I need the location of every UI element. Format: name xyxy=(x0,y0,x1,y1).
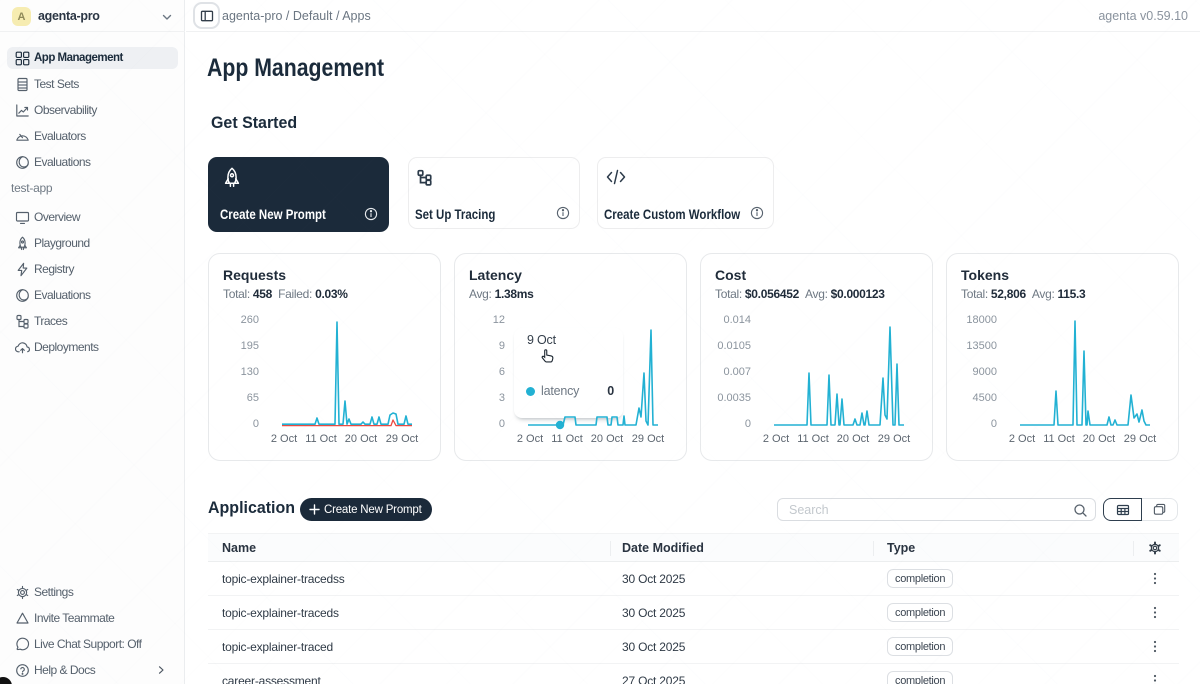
svg-text:0: 0 xyxy=(745,418,751,430)
svg-text:29 Oct: 29 Oct xyxy=(878,433,910,445)
svg-text:20 Oct: 20 Oct xyxy=(345,433,377,445)
svg-text:2 Oct: 2 Oct xyxy=(1009,433,1035,445)
svg-text:11 Oct: 11 Oct xyxy=(797,433,829,445)
svg-text:11 Oct: 11 Oct xyxy=(305,433,337,445)
svg-text:195: 195 xyxy=(241,340,259,352)
svg-text:18000: 18000 xyxy=(966,314,997,326)
svg-text:2 Oct: 2 Oct xyxy=(763,433,789,445)
svg-text:9000: 9000 xyxy=(973,366,997,378)
svg-text:130: 130 xyxy=(241,366,259,378)
svg-text:0.0035: 0.0035 xyxy=(717,392,751,404)
svg-text:2 Oct: 2 Oct xyxy=(271,433,297,445)
svg-text:20 Oct: 20 Oct xyxy=(837,433,869,445)
svg-text:29 Oct: 29 Oct xyxy=(1124,433,1156,445)
svg-text:11 Oct: 11 Oct xyxy=(1043,433,1075,445)
svg-text:0: 0 xyxy=(253,418,259,430)
svg-text:29 Oct: 29 Oct xyxy=(632,433,664,445)
svg-text:6: 6 xyxy=(499,366,505,378)
svg-text:0: 0 xyxy=(499,418,505,430)
svg-text:3: 3 xyxy=(499,392,505,404)
svg-text:0: 0 xyxy=(991,418,997,430)
svg-text:20 Oct: 20 Oct xyxy=(1083,433,1115,445)
svg-text:0.014: 0.014 xyxy=(723,314,751,326)
svg-text:11 Oct: 11 Oct xyxy=(551,433,583,445)
svg-text:12: 12 xyxy=(493,314,505,326)
svg-text:2 Oct: 2 Oct xyxy=(517,433,543,445)
svg-text:0.007: 0.007 xyxy=(723,366,751,378)
svg-text:260: 260 xyxy=(241,314,259,326)
svg-text:4500: 4500 xyxy=(973,392,997,404)
svg-text:65: 65 xyxy=(247,392,259,404)
svg-text:0.0105: 0.0105 xyxy=(717,340,751,352)
svg-text:29 Oct: 29 Oct xyxy=(386,433,418,445)
svg-text:13500: 13500 xyxy=(966,340,997,352)
svg-text:9: 9 xyxy=(499,340,505,352)
svg-text:20 Oct: 20 Oct xyxy=(591,433,623,445)
